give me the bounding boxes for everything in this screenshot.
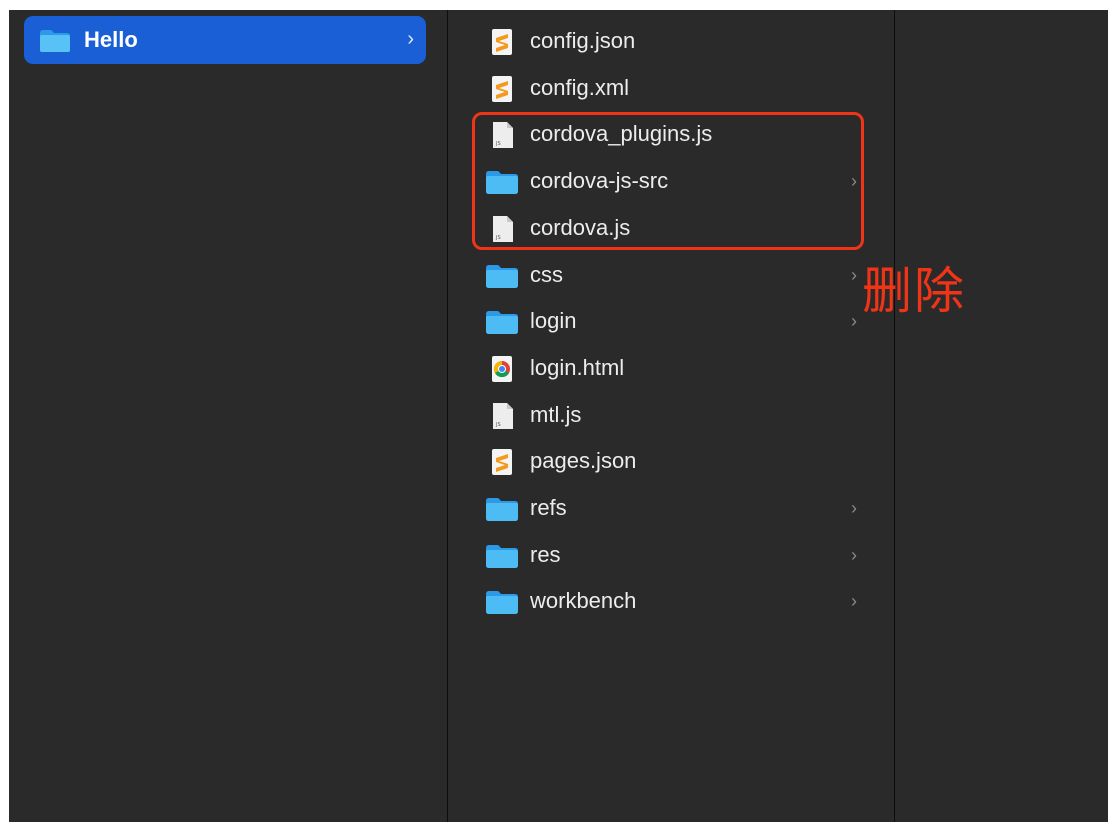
column-divider[interactable] xyxy=(894,10,895,822)
folder-icon xyxy=(485,263,519,289)
chevron-right-icon: › xyxy=(851,264,857,285)
file-name: cordova.js xyxy=(530,214,631,240)
list-item[interactable]: JS cordova_plugins.js xyxy=(448,111,894,157)
chevron-right-icon: › xyxy=(851,171,857,192)
list-item[interactable]: refs › xyxy=(448,485,894,531)
list-item[interactable]: css › xyxy=(448,252,894,298)
list-item[interactable]: res › xyxy=(448,532,894,578)
list-item[interactable]: workbench › xyxy=(448,578,894,624)
list-item[interactable]: JS cordova.js xyxy=(448,205,894,251)
sublime-file-icon xyxy=(485,29,519,55)
file-name: mtl.js xyxy=(530,401,582,427)
folder-icon xyxy=(39,29,71,58)
finder-column-view: Hello › config.json config.xml JS cordova_p… xyxy=(9,10,1108,822)
folder-icon xyxy=(485,496,519,522)
file-name: login.html xyxy=(530,354,625,380)
sublime-file-icon xyxy=(485,449,519,476)
sublime-file-icon xyxy=(485,75,519,102)
list-item[interactable]: config.xml xyxy=(448,65,894,111)
svg-text:JS: JS xyxy=(495,141,501,147)
file-name: config.json xyxy=(530,28,636,53)
file-name: config.xml xyxy=(530,74,630,100)
file-name: pages.json xyxy=(530,448,637,474)
chevron-right-icon: › xyxy=(851,311,857,332)
js-file-icon: JS xyxy=(485,402,519,429)
list-item[interactable]: login › xyxy=(448,298,894,344)
folder-icon xyxy=(485,589,519,615)
chevron-right-icon: › xyxy=(851,591,857,612)
file-name: workbench xyxy=(530,588,637,614)
folder-icon xyxy=(485,309,519,335)
js-file-icon: JS xyxy=(485,215,519,242)
file-name: res xyxy=(530,541,561,567)
file-name: cordova-js-src xyxy=(530,168,669,194)
js-file-icon: JS xyxy=(485,122,519,149)
file-name: login xyxy=(530,308,577,334)
chevron-right-icon: › xyxy=(851,544,857,565)
file-name: cordova_plugins.js xyxy=(530,121,713,147)
chevron-right-icon: › xyxy=(407,28,414,50)
svg-text:JS: JS xyxy=(495,422,501,428)
folder-icon xyxy=(485,543,519,569)
list-item[interactable]: pages.json xyxy=(448,438,894,484)
column-middle: config.json config.xml JS cordova_plugins.j… xyxy=(448,10,894,822)
list-item[interactable]: JS mtl.js xyxy=(448,392,894,438)
file-name: css xyxy=(530,261,563,287)
list-item[interactable]: cordova-js-src › xyxy=(448,158,894,204)
chrome-file-icon xyxy=(485,355,519,382)
chevron-right-icon: › xyxy=(851,498,857,518)
sidebar-item-label: Hello xyxy=(84,27,138,52)
list-item[interactable]: login.html xyxy=(448,345,894,391)
folder-icon xyxy=(485,169,519,195)
sidebar-item-hello[interactable]: Hello › xyxy=(24,16,426,64)
svg-text:JS: JS xyxy=(495,235,501,241)
delete-annotation: 删除 xyxy=(862,262,966,320)
file-name: refs xyxy=(530,495,567,520)
column-left: Hello › xyxy=(9,10,447,822)
list-item[interactable]: config.json xyxy=(448,18,894,64)
